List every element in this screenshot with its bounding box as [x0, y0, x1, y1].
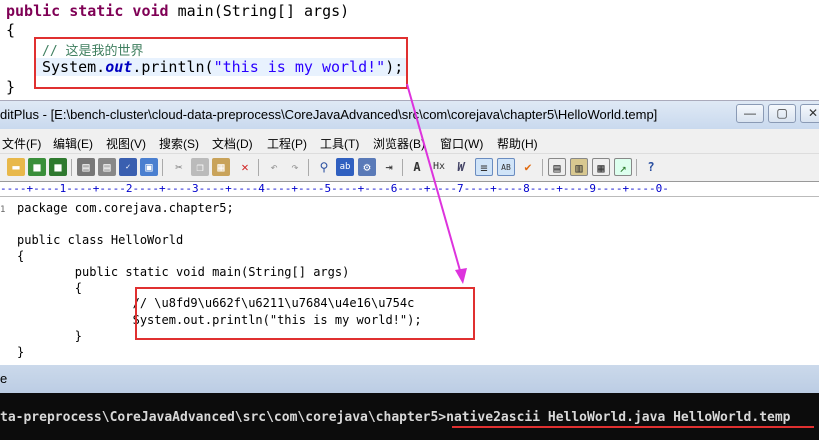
- code-line: public class HelloWorld: [17, 233, 184, 247]
- menu-search[interactable]: 搜索(S): [159, 135, 199, 152]
- replace-icon[interactable]: ab: [336, 158, 354, 176]
- code-line: {: [17, 249, 25, 263]
- command-text: native2ascii HelloWorld.java HelloWorld.…: [446, 410, 791, 425]
- menu-file[interactable]: 文件(F): [2, 135, 41, 152]
- find-in-files-icon[interactable]: ⚙: [358, 158, 376, 176]
- highlight-box-editplus: [135, 287, 475, 340]
- menu-help[interactable]: 帮助(H): [497, 135, 538, 152]
- paste-icon[interactable]: ▦: [212, 158, 230, 176]
- highlight-box-eclipse: [34, 37, 408, 89]
- toolbar-separator: [636, 159, 637, 176]
- method-signature: main(String[] args): [168, 2, 350, 20]
- toolbar-separator: [71, 159, 72, 176]
- word-wrap-icon[interactable]: W: [452, 158, 470, 176]
- font-icon[interactable]: A: [408, 158, 426, 176]
- code-line: public static void main(String[] args): [17, 265, 350, 279]
- command-line: ta-preprocess\CoreJavaAdvanced\src\com\c…: [0, 410, 791, 425]
- spellcheck-icon[interactable]: ✓: [119, 158, 137, 176]
- output-window-icon[interactable]: ▤: [548, 158, 566, 176]
- check-icon[interactable]: ✔: [519, 158, 537, 176]
- print-icon[interactable]: ▤: [77, 158, 95, 176]
- redo-icon[interactable]: ↷: [286, 158, 304, 176]
- window-title: ditPlus - [E:\bench-cluster\cloud-data-p…: [0, 107, 658, 122]
- menu-document[interactable]: 文档(D): [212, 135, 253, 152]
- code-line: package com.corejava.chapter5;: [17, 201, 234, 215]
- minimize-button[interactable]: —: [736, 104, 764, 123]
- find-icon[interactable]: ⚲: [315, 158, 333, 176]
- toolbar-separator: [308, 159, 309, 176]
- menu-window[interactable]: 窗口(W): [440, 135, 483, 152]
- code-editor[interactable]: 1 package com.corejava.chapter5; public …: [0, 197, 819, 366]
- status-bar: e: [0, 365, 819, 393]
- column-ruler: ----+----1----+----2----+----3----+----4…: [0, 181, 819, 197]
- window-title-bar[interactable]: ditPlus - [E:\bench-cluster\cloud-data-p…: [0, 101, 819, 129]
- save-icon[interactable]: ■: [28, 158, 46, 176]
- cut-icon[interactable]: ✂: [170, 158, 188, 176]
- menu-browser[interactable]: 浏览器(B): [373, 135, 425, 152]
- save-all-icon[interactable]: ■: [49, 158, 67, 176]
- code-line: {: [17, 281, 83, 295]
- cliptext-icon[interactable]: ▦: [592, 158, 610, 176]
- directory-window-icon[interactable]: ▥: [570, 158, 588, 176]
- ruler-icon[interactable]: ≡: [475, 158, 493, 176]
- browser-preview-icon[interactable]: ▣: [140, 158, 158, 176]
- code-line-open-brace: {: [6, 21, 16, 39]
- command-underline: [452, 426, 814, 428]
- menu-tools[interactable]: 工具(T): [320, 135, 359, 152]
- undo-icon[interactable]: ↶: [265, 158, 283, 176]
- toolbar-separator: [162, 159, 163, 176]
- line-number-icon[interactable]: AB: [497, 158, 515, 176]
- prompt-path: ta-preprocess\CoreJavaAdvanced\src\com\c…: [0, 410, 447, 425]
- menu-view[interactable]: 视图(V): [106, 135, 146, 152]
- command-prompt[interactable]: ta-preprocess\CoreJavaAdvanced\src\com\c…: [0, 393, 819, 440]
- line-marker: 1: [0, 205, 6, 215]
- code-line: }: [17, 345, 25, 359]
- menu-bar: 文件(F) 编辑(E) 视图(V) 搜索(S) 文档(D) 工程(P) 工具(T…: [0, 131, 819, 153]
- print-preview-icon[interactable]: ▤: [98, 158, 116, 176]
- maximize-button[interactable]: ▢: [768, 104, 796, 123]
- eclipse-editor-snippet: public static void main(String[] args) {…: [0, 0, 819, 100]
- open-icon[interactable]: ▬: [7, 158, 25, 176]
- keyword-span: public static void: [6, 2, 169, 20]
- code-line-main: public static void main(String[] args): [6, 2, 349, 20]
- fullscreen-icon[interactable]: ↗: [614, 158, 632, 176]
- copy-icon[interactable]: ❐: [191, 158, 209, 176]
- menu-edit[interactable]: 编辑(E): [53, 135, 93, 152]
- goto-icon[interactable]: ⇥: [380, 158, 398, 176]
- toolbar-separator: [402, 159, 403, 176]
- help-icon[interactable]: ?: [642, 158, 660, 176]
- status-text: e: [0, 371, 8, 386]
- menu-project[interactable]: 工程(P): [267, 135, 307, 152]
- toolbar-separator: [258, 159, 259, 176]
- code-line: }: [17, 329, 83, 343]
- toolbar: ▬ ■ ■ ▤ ▤ ✓ ▣ ✂ ❐ ▦ ✕ ↶ ↷ ⚲ ab ⚙ ⇥ A Hx …: [0, 153, 819, 181]
- toolbar-separator: [542, 159, 543, 176]
- hex-icon[interactable]: Hx: [430, 158, 448, 176]
- close-button[interactable]: ✕: [800, 104, 819, 123]
- delete-icon[interactable]: ✕: [236, 158, 254, 176]
- code-line-close-brace: }: [6, 78, 16, 96]
